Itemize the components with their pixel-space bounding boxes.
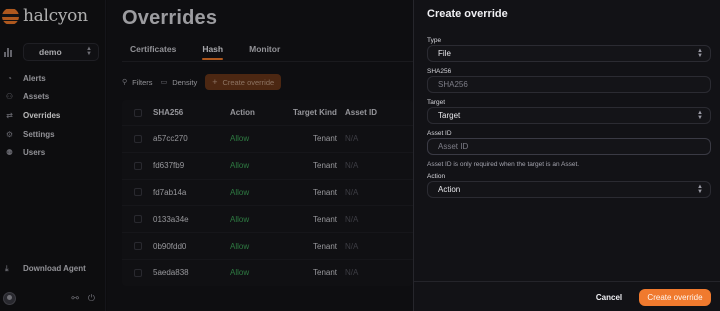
action-field: Action Action ▲ ▼ xyxy=(427,173,711,198)
type-select-value: File xyxy=(438,49,451,58)
type-field: Type File ▲ ▼ xyxy=(427,37,711,62)
asset-id-help-text: Asset ID is only required when the targe… xyxy=(427,161,580,168)
target-field: Target Target ▲ ▼ xyxy=(427,99,711,124)
action-label: Action xyxy=(427,173,446,180)
sha256-placeholder: SHA256 xyxy=(438,80,468,89)
target-label: Target xyxy=(427,99,446,106)
sha256-field: SHA256 SHA256 xyxy=(427,68,711,93)
cancel-button[interactable]: Cancel xyxy=(585,289,633,305)
chevron-up-down-icon: ▲ ▼ xyxy=(697,109,703,121)
drawer-title: Create override xyxy=(427,8,508,20)
create-override-submit-button[interactable]: Create override xyxy=(639,289,711,306)
asset-id-placeholder: Asset ID xyxy=(438,142,469,151)
action-select-value: Action xyxy=(438,185,461,194)
asset-id-field: Asset ID Asset ID Asset ID is only requi… xyxy=(427,130,711,168)
drawer-backdrop[interactable] xyxy=(0,0,413,311)
chevron-up-down-icon: ▲ ▼ xyxy=(697,47,703,59)
action-select[interactable]: Action ▲ ▼ xyxy=(427,181,711,198)
create-override-drawer: Create override Type File ▲ ▼ SHA256 SHA2… xyxy=(413,0,720,311)
type-select[interactable]: File ▲ ▼ xyxy=(427,45,711,62)
target-select[interactable]: Target ▲ ▼ xyxy=(427,107,711,124)
sha256-input[interactable]: SHA256 xyxy=(427,76,711,93)
asset-id-input[interactable]: Asset ID xyxy=(427,138,711,155)
drawer-footer: Cancel Create override xyxy=(414,281,720,311)
sha256-label: SHA256 xyxy=(427,68,452,75)
chevron-up-down-icon: ▲ ▼ xyxy=(697,183,703,195)
target-select-value: Target xyxy=(438,111,461,120)
type-label: Type xyxy=(427,37,442,44)
asset-id-label: Asset ID xyxy=(427,130,452,137)
